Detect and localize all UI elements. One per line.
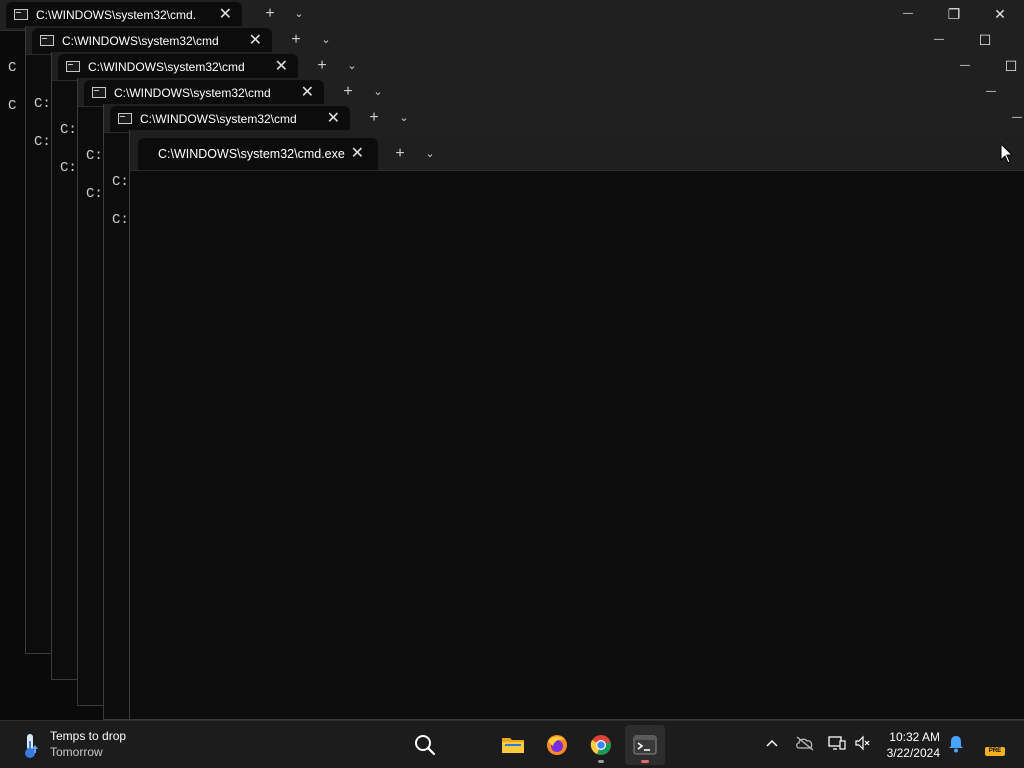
title-bar[interactable]: C:\WINDOWS\system32\cmd ✕ + ⌄ — — [78, 78, 1024, 107]
title-bar[interactable]: C:\WINDOWS\system32\cmd.exe ✕ + ⌄ — [130, 130, 1024, 171]
prompt-text: C: — [60, 122, 77, 138]
new-tab-button[interactable]: + — [388, 140, 412, 168]
new-tab-button[interactable]: + — [336, 78, 360, 106]
close-tab-icon[interactable]: ✕ — [249, 28, 262, 54]
close-tab-icon[interactable]: ✕ — [351, 138, 364, 170]
tab-dropdown-button[interactable]: ⌄ — [287, 0, 311, 28]
tab-dropdown-button[interactable]: ⌄ — [314, 26, 338, 54]
tab-title: C:\WINDOWS\system32\cmd — [62, 34, 219, 48]
clock-date: 3/22/2024 — [886, 746, 940, 760]
running-indicator-active — [641, 760, 649, 763]
cmd-icon — [92, 87, 106, 98]
tab-dropdown-button[interactable]: ⌄ — [418, 140, 442, 168]
tab-cmd[interactable]: C:\WINDOWS\system32\cmd ✕ — [58, 54, 298, 80]
mouse-cursor-icon — [1000, 143, 1014, 164]
chevron-up-icon[interactable] — [764, 735, 780, 751]
running-indicator — [598, 760, 604, 763]
new-tab-button[interactable]: + — [284, 26, 308, 54]
restore-button[interactable]: ❐ — [934, 0, 974, 28]
tab-title: C:\WINDOWS\system32\cmd — [88, 60, 245, 74]
tab-title: C:\WINDOWS\system32\cmd. — [36, 8, 197, 22]
terminal-content[interactable] — [130, 171, 1024, 719]
cmd-icon — [14, 9, 28, 20]
tab-cmd[interactable]: C:\WINDOWS\system32\cmd ✕ — [110, 106, 350, 132]
new-tab-button[interactable]: + — [362, 104, 386, 132]
minimize-button[interactable]: — — [945, 52, 985, 80]
network-icon[interactable] — [828, 735, 846, 751]
prompt-text: C: — [112, 174, 129, 190]
minimize-button[interactable]: — — [971, 78, 1011, 106]
taskbar: Temps to drop Tomorrow 10:32 AM 3/22/202… — [0, 720, 1024, 768]
firefox-button[interactable] — [537, 725, 577, 765]
cmd-icon — [118, 113, 132, 124]
close-window-button[interactable]: ✕ — [980, 0, 1020, 28]
tab-dropdown-button[interactable]: ⌄ — [392, 104, 416, 132]
close-tab-icon[interactable]: ✕ — [327, 106, 340, 132]
tab-cmd-active[interactable]: C:\WINDOWS\system32\cmd.exe ✕ — [138, 138, 378, 170]
prompt-text: C: — [60, 160, 77, 176]
search-icon — [415, 735, 436, 756]
tab-cmd[interactable]: C:\WINDOWS\system32\cmd ✕ — [32, 28, 272, 54]
weather-subtitle: Tomorrow — [50, 745, 103, 759]
clock[interactable]: 10:32 AM 3/22/2024 — [887, 729, 940, 761]
clock-time: 10:32 AM — [889, 730, 940, 744]
weather-title: Temps to drop — [50, 729, 127, 743]
prompt-text: C: — [34, 96, 51, 112]
firefox-icon — [547, 735, 567, 755]
close-tab-icon[interactable]: ✕ — [301, 80, 314, 106]
minimize-button[interactable]: — — [888, 0, 928, 28]
title-bar[interactable]: C:\WINDOWS\system32\cmd ✕ + ⌄ — ☐ — [52, 52, 1024, 81]
maximize-button[interactable]: ☐ — [965, 26, 1005, 54]
file-explorer-button[interactable] — [493, 725, 533, 765]
prompt-text: C: — [34, 134, 51, 150]
prompt-text: C: — [86, 148, 103, 164]
prompt-text: C — [8, 98, 17, 114]
tab-cmd[interactable]: C:\WINDOWS\system32\cmd. ✕ — [6, 2, 242, 28]
preview-badge: PRE — [985, 747, 1005, 756]
folder-icon — [502, 738, 524, 753]
maximize-button[interactable]: ☐ — [991, 52, 1024, 80]
onedrive-offline-icon[interactable] — [795, 735, 815, 751]
close-tab-icon[interactable]: ✕ — [219, 2, 232, 28]
tab-dropdown-button[interactable]: ⌄ — [340, 52, 364, 80]
tab-dropdown-button[interactable]: ⌄ — [366, 78, 390, 106]
chrome-icon — [590, 735, 611, 755]
close-tab-icon[interactable]: ✕ — [275, 54, 288, 80]
notification-bell-icon[interactable] — [948, 735, 964, 753]
cmd-icon — [40, 35, 54, 46]
thermometer-icon — [25, 734, 38, 758]
title-bar[interactable]: C:\WINDOWS\system32\cmd ✕ + ⌄ — ☐ — [26, 26, 1024, 55]
prompt-text: C: — [86, 186, 103, 202]
prompt-text: C — [8, 60, 17, 76]
new-tab-button[interactable]: + — [258, 0, 282, 28]
minimize-button[interactable]: — — [919, 26, 959, 54]
cmd-icon — [66, 61, 80, 72]
search-button[interactable] — [405, 725, 445, 765]
terminal-icon — [633, 735, 657, 755]
tab-title: C:\WINDOWS\system32\cmd.exe — [158, 147, 345, 161]
prompt-text: C: — [112, 212, 129, 228]
tab-title: C:\WINDOWS\system32\cmd — [140, 112, 297, 126]
tab-cmd[interactable]: C:\WINDOWS\system32\cmd ✕ — [84, 80, 324, 106]
terminal-window-active[interactable]: C:\WINDOWS\system32\cmd.exe ✕ + ⌄ — [129, 130, 1024, 720]
title-bar[interactable]: C:\WINDOWS\system32\cmd ✕ + ⌄ — — [104, 104, 1024, 133]
chrome-button[interactable] — [581, 725, 621, 765]
new-tab-button[interactable]: + — [310, 52, 334, 80]
terminal-button[interactable] — [625, 725, 665, 765]
volume-muted-icon[interactable] — [854, 735, 870, 751]
tab-title: C:\WINDOWS\system32\cmd — [114, 86, 271, 100]
minimize-button[interactable]: — — [997, 104, 1024, 132]
